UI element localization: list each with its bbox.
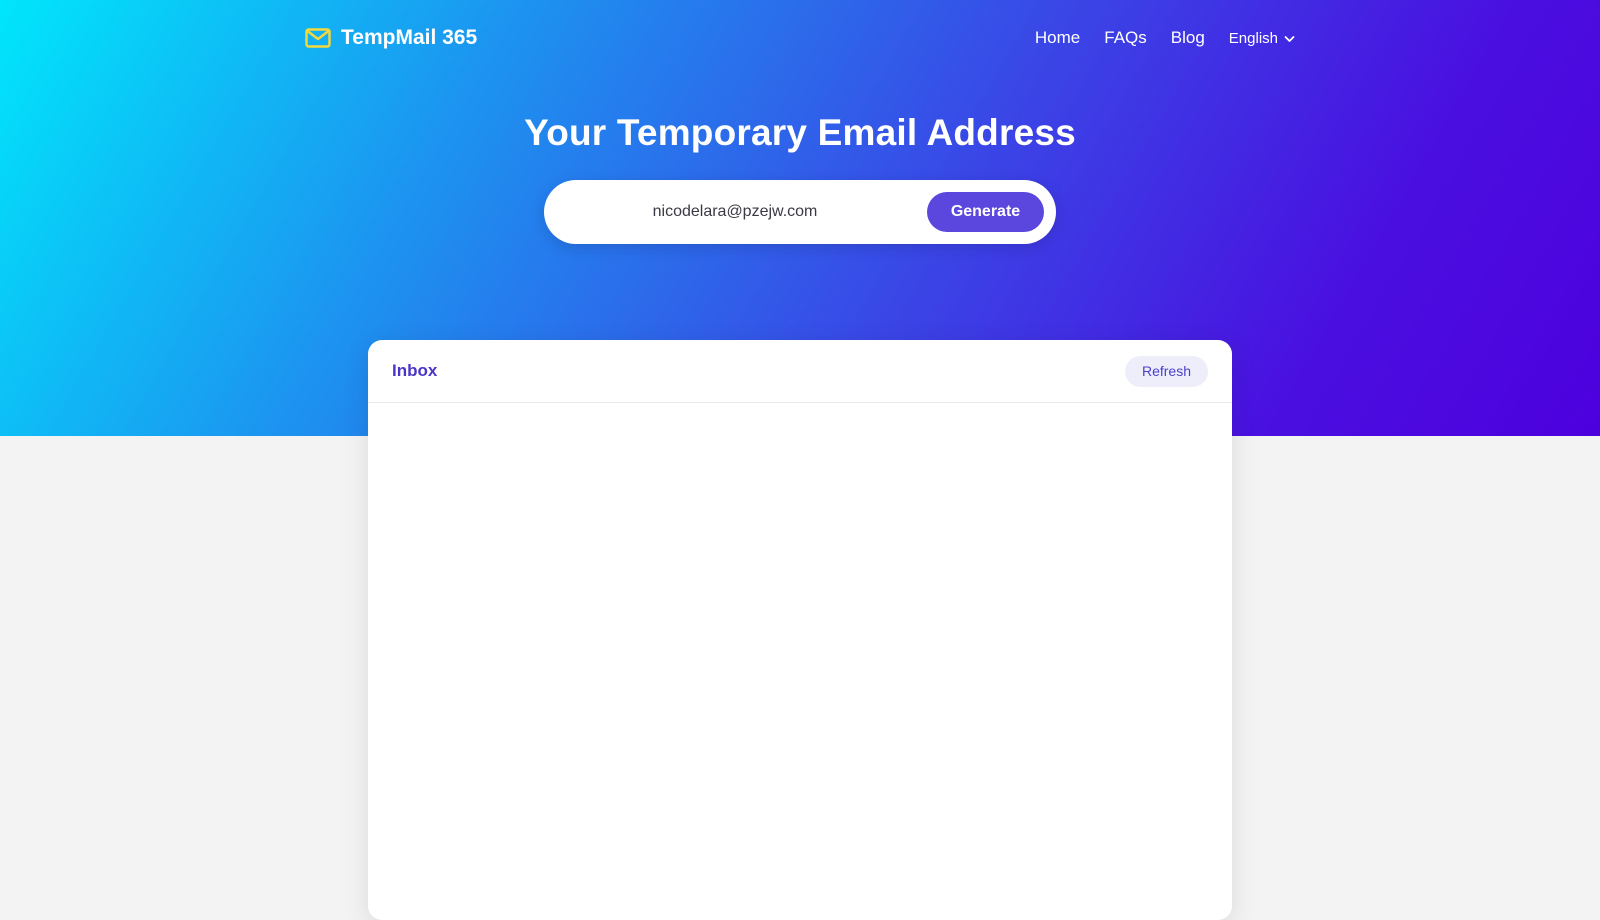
brand-name: TempMail 365 — [341, 26, 478, 49]
generate-button[interactable]: Generate — [927, 192, 1044, 232]
top-navbar: TempMail 365 Home FAQs Blog English — [305, 22, 1295, 54]
inbox-panel: Inbox Refresh — [368, 340, 1232, 920]
nav-link-home[interactable]: Home — [1035, 28, 1080, 48]
language-label: English — [1228, 29, 1278, 47]
chevron-down-icon — [1284, 30, 1295, 47]
brand-logo-link[interactable]: TempMail 365 — [305, 26, 477, 50]
page-title: Your Temporary Email Address — [524, 112, 1076, 153]
nav-link-faqs[interactable]: FAQs — [1104, 28, 1147, 48]
refresh-button[interactable]: Refresh — [1124, 355, 1208, 387]
language-select[interactable]: English — [1229, 30, 1295, 47]
nav-link-blog[interactable]: Blog — [1171, 28, 1205, 48]
inbox-message-list — [368, 403, 1232, 919]
email-address-field[interactable] — [544, 180, 926, 244]
inbox-header: Inbox Refresh — [368, 340, 1232, 403]
mail-icon — [305, 28, 331, 48]
email-address-box: Generate — [544, 180, 1056, 244]
inbox-title: Inbox — [392, 361, 438, 380]
nav-links: Home FAQs Blog English — [1035, 28, 1295, 48]
